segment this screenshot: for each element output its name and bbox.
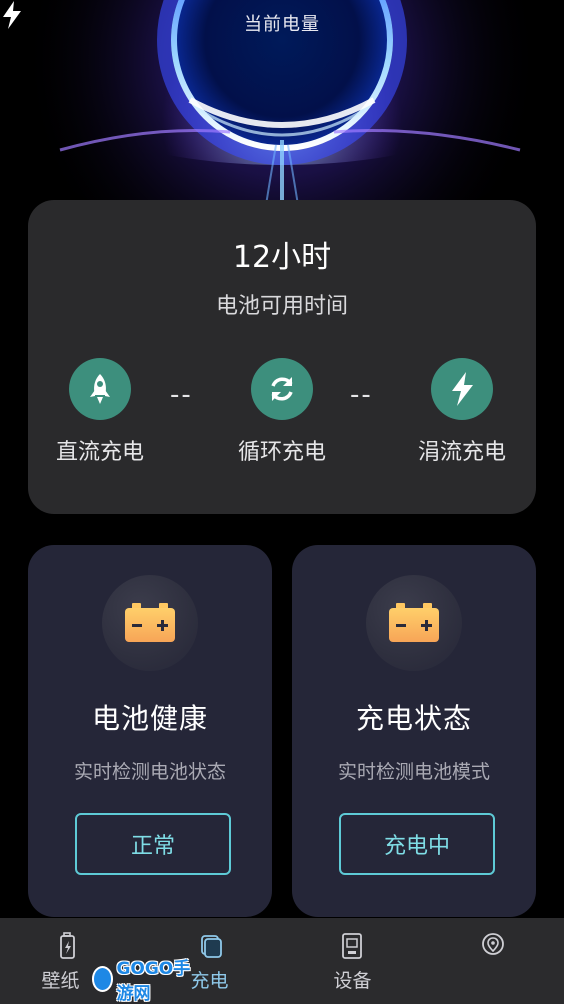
rocket-icon — [69, 358, 131, 420]
charging-status-button[interactable]: 充电中 — [339, 813, 495, 875]
lightning-icon — [3, 1, 21, 29]
device-icon — [342, 933, 362, 959]
charge-mode-label: 直流充电 — [55, 440, 144, 465]
charging-screen: 当前电量 12小时 电池可用时间 直流充电 -- 循环充电 -- 涓流充电 电池… — [0, 0, 564, 1004]
card-subtitle: 实时检测电池模式 — [337, 761, 490, 783]
battery-icon — [102, 575, 198, 671]
watermark-logo: GOGO手游网 — [92, 959, 202, 1004]
card-title: 充电状态 — [355, 702, 472, 735]
location-icon — [482, 933, 504, 955]
card-subtitle: 实时检测电池状态 — [73, 761, 226, 783]
charge-mode-label: 循环充电 — [237, 440, 326, 465]
nav-label: 设备 — [333, 970, 372, 992]
battery-time-value: 12小时 — [232, 240, 332, 275]
nav-item-location[interactable] — [423, 918, 564, 1004]
mode-separator: -- — [170, 380, 193, 410]
watermark-icon — [92, 966, 114, 992]
battery-time-card: 12小时 电池可用时间 直流充电 -- 循环充电 -- 涓流充电 — [28, 200, 536, 514]
mode-separator: -- — [350, 380, 373, 410]
charge-mode-trickle[interactable]: 涓流充电 — [392, 358, 532, 466]
bottom-navigation: 壁纸 充电 设备 — [0, 918, 564, 1004]
battery-health-card: 电池健康 实时检测电池状态 正常 — [28, 545, 272, 917]
nav-item-device[interactable]: 设备 — [282, 918, 423, 1004]
charge-mode-cycle[interactable]: 循环充电 — [212, 358, 352, 466]
cycle-icon — [251, 358, 313, 420]
battery-icon — [366, 575, 462, 671]
charge-mode-label: 涓流充电 — [417, 440, 506, 465]
watermark-text: GOGO手游网 — [116, 959, 191, 1004]
bolt-icon — [431, 358, 493, 420]
health-status-button[interactable]: 正常 — [75, 813, 231, 875]
charging-status-card: 充电状态 实时检测电池模式 充电中 — [292, 545, 536, 917]
battery-glow-hero: 当前电量 — [0, 0, 564, 215]
current-battery-label: 当前电量 — [244, 14, 320, 35]
card-title: 电池健康 — [91, 702, 208, 735]
wallpaper-icon — [60, 932, 75, 959]
charge-mode-dc[interactable]: 直流充电 — [30, 358, 170, 466]
charge-icon — [201, 935, 222, 958]
battery-time-label: 电池可用时间 — [215, 294, 348, 319]
